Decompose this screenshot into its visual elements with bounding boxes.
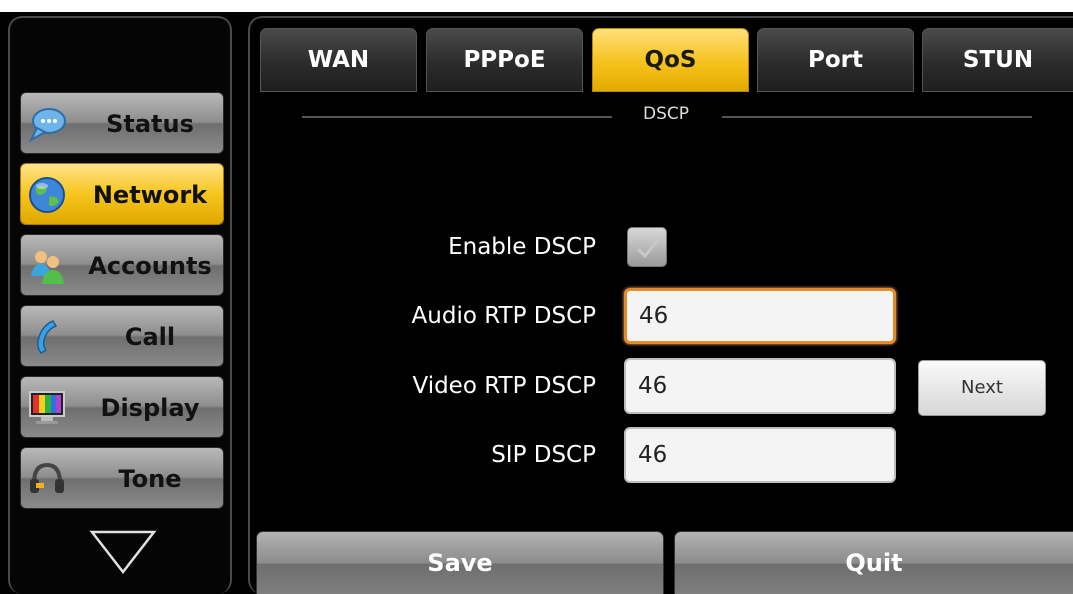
sidebar-item-label: Status <box>106 110 194 138</box>
sidebar-item-display[interactable]: Display <box>20 376 224 438</box>
sidebar-item-tone[interactable]: Tone <box>20 447 224 509</box>
sidebar-item-accounts[interactable]: Accounts <box>20 234 224 296</box>
sidebar-item-label: Accounts <box>88 252 212 280</box>
audio-rtp-dscp-input[interactable] <box>624 288 896 344</box>
speech-bubble-icon <box>28 108 66 143</box>
section-divider-right <box>722 116 1032 118</box>
section-divider-left <box>302 116 612 118</box>
scroll-down-arrow-icon[interactable] <box>88 528 158 578</box>
sidebar: Status Network Accounts Call Display Ton… <box>8 16 232 594</box>
tab-wan[interactable]: WAN <box>260 28 417 92</box>
quit-button[interactable]: Quit <box>674 531 1073 594</box>
next-button[interactable]: Next <box>918 360 1046 416</box>
sip-dscp-label: SIP DSCP <box>491 442 596 468</box>
sidebar-item-label: Call <box>124 323 176 351</box>
monitor-icon <box>29 391 65 424</box>
globe-icon <box>29 177 65 213</box>
tab-pppoe[interactable]: PPPoE <box>426 28 583 92</box>
sidebar-item-call[interactable]: Call <box>20 305 224 367</box>
video-rtp-dscp-input[interactable] <box>624 358 896 414</box>
phone-handset-icon <box>37 320 58 354</box>
save-button[interactable]: Save <box>256 531 664 594</box>
section-title: DSCP <box>642 104 689 124</box>
enable-dscp-checkbox[interactable] <box>627 227 667 267</box>
enable-dscp-label: Enable DSCP <box>448 234 596 260</box>
tab-qos[interactable]: QoS <box>592 28 749 92</box>
tab-port[interactable]: Port <box>757 28 914 92</box>
sidebar-item-network[interactable]: Network <box>20 163 224 225</box>
tab-stun[interactable]: STUN <box>922 28 1073 92</box>
sidebar-item-label: Display <box>100 394 200 422</box>
headset-icon <box>30 462 64 493</box>
sidebar-item-label: Network <box>92 181 208 209</box>
sip-dscp-input[interactable] <box>624 427 896 483</box>
audio-rtp-dscp-label: Audio RTP DSCP <box>411 303 596 329</box>
users-icon <box>31 251 64 284</box>
checkmark-icon <box>636 239 660 259</box>
sidebar-item-status[interactable]: Status <box>20 92 224 154</box>
video-rtp-dscp-label: Video RTP DSCP <box>412 373 596 399</box>
sidebar-item-label: Tone <box>118 465 182 493</box>
